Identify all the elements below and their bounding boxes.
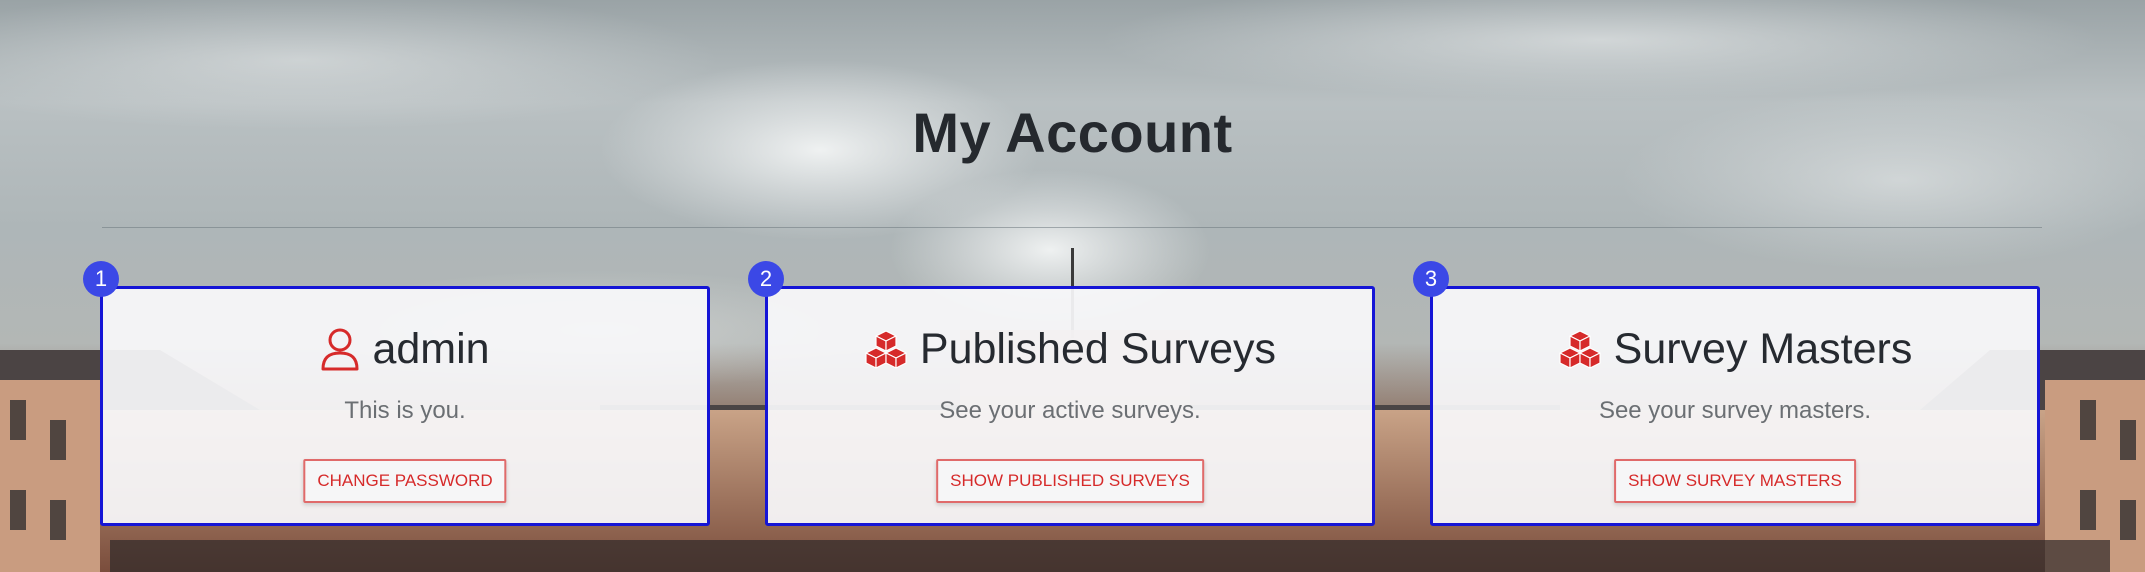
card-number-badge: 1 <box>83 261 119 297</box>
account-page: My Account 1 admin This is you. CHANGE P… <box>0 0 2145 572</box>
card-title: Survey Masters <box>1613 325 1913 373</box>
card-number-badge: 2 <box>748 261 784 297</box>
cubes-icon <box>864 329 908 369</box>
card-header: Published Surveys <box>768 323 1372 375</box>
card-description: See your active surveys. <box>939 397 1201 424</box>
user-icon <box>320 327 360 371</box>
card-title: admin <box>372 325 490 373</box>
show-survey-masters-button[interactable]: SHOW SURVEY MASTERS <box>1614 459 1856 503</box>
card-header: Survey Masters <box>1433 323 2037 375</box>
published-surveys-card: 2 Published Surveys See your active surv… <box>748 261 1375 526</box>
survey-masters-card: 3 Survey Masters See your survey masters… <box>1413 261 2040 526</box>
show-published-surveys-button[interactable]: SHOW PUBLISHED SURVEYS <box>936 459 1204 503</box>
card-header: admin <box>103 323 707 375</box>
card-title: Published Surveys <box>919 325 1277 373</box>
account-card: 1 admin This is you. CHANGE PASSWORD <box>83 261 710 526</box>
card-description: This is you. <box>344 397 466 424</box>
cubes-icon <box>1558 329 1602 369</box>
card-description: See your survey masters. <box>1598 397 1872 424</box>
change-password-button[interactable]: CHANGE PASSWORD <box>303 459 507 503</box>
page-title: My Account <box>912 100 1233 164</box>
divider <box>102 227 2042 228</box>
card-number-badge: 3 <box>1413 261 1449 297</box>
